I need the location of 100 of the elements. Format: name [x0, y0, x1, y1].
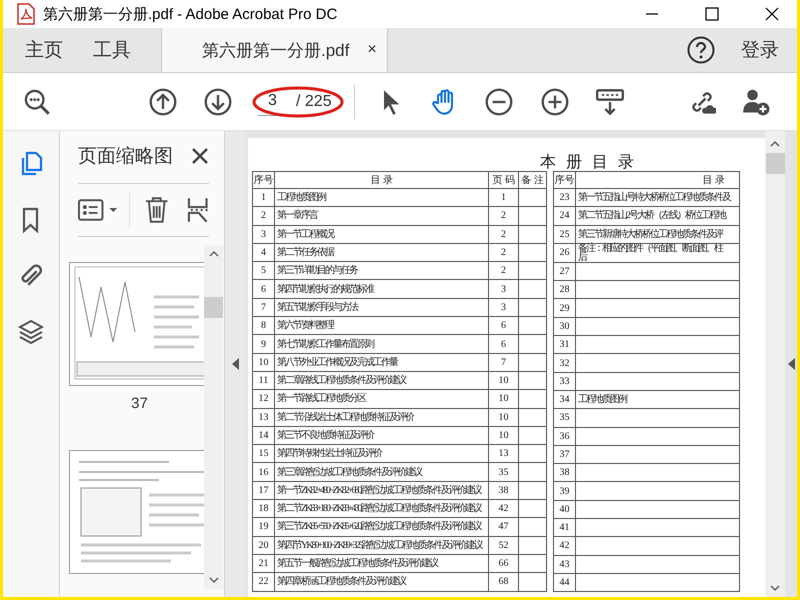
page-label: 37 [131, 395, 148, 412]
zoom-in-icon[interactable] [540, 88, 569, 116]
zoom-out-icon[interactable] [484, 88, 513, 116]
panel-title: 页面缩略图 [78, 145, 173, 169]
column-header: 备 注 [521, 175, 544, 186]
table-cell: 7 [501, 356, 506, 368]
scrollbar-thumb[interactable] [204, 296, 223, 318]
row-number: 19 [258, 521, 268, 532]
row-number: 43 [560, 558, 570, 570]
row-number: 22 [258, 576, 268, 588]
pdf-file-icon [17, 3, 35, 25]
table-cell: 1 [501, 192, 506, 204]
table-cell: 2 [501, 265, 506, 276]
table-cell: 第五节一般路堑边坡工程地质条件及评价建议 [277, 558, 437, 570]
table-cell: 工程地质图例 [277, 192, 325, 204]
table-cell: 第一节路线工程地质分区 [277, 393, 365, 404]
table-cell: 10 [498, 375, 508, 386]
document-tab[interactable]: 第六册第一分册.pdf × [161, 28, 388, 72]
table-cell: 第二节ZK83+180~ZK83+430路堑边坡工程地质条件及评价建议 [277, 503, 480, 514]
row-number: 28 [560, 284, 570, 296]
column-header: 目 录 [370, 175, 393, 186]
column-header: 页 码 [492, 175, 515, 186]
table-cell: 66 [498, 558, 508, 570]
table-cell: 第二节沿线岩土体工程地质特征及评价 [277, 412, 413, 423]
collapse-arrow-icon[interactable] [788, 358, 794, 370]
row-number: 33 [560, 376, 570, 387]
row-number: 27 [560, 266, 570, 278]
table-cell: 第三节新塘特大桥桥位工程地质条件及评 [578, 228, 722, 240]
help-icon[interactable] [687, 36, 715, 64]
row-number: 3 [261, 228, 266, 240]
row-number: 8 [261, 320, 266, 332]
search-icon[interactable] [23, 88, 51, 116]
row-number: 16 [258, 466, 268, 478]
row-number: 9 [261, 338, 266, 350]
document-heading: 本 册 目 录 [540, 154, 638, 171]
table-cell: 第二节五指山2号大桥（左线）桥位工程地 [578, 210, 725, 222]
row-number: 23 [560, 192, 570, 204]
table-cell: 3 [501, 284, 506, 295]
row-number: 15 [258, 448, 268, 460]
row-number: 26 [560, 247, 570, 258]
table-cell: 第四节YK89+100~ZK89+325路堑边坡工程地质条件及评价建议 [277, 540, 482, 551]
layers-icon[interactable] [18, 319, 44, 345]
row-number: 7 [261, 302, 266, 313]
table-cell: 第三章路堑边坡工程地质条件及评价建议 [277, 466, 421, 478]
maximize-icon[interactable] [705, 7, 719, 21]
row-number: 20 [258, 540, 268, 551]
nav-tab[interactable]: 主页 [10, 28, 78, 72]
row-number: 38 [560, 467, 570, 478]
page-number-field[interactable]: 3 [258, 87, 288, 116]
table-cell: 第六节资料整理 [277, 320, 333, 332]
nav-tab[interactable]: 工具 [78, 28, 146, 72]
row-number: 32 [560, 358, 570, 369]
table-cell: 第二章路线工程地质条件及评价建议 [277, 375, 405, 386]
table-cell: 第五节勘察手段与方法 [277, 302, 357, 313]
sign-in-link[interactable]: 登录 [741, 37, 779, 63]
table-cell: 10 [498, 412, 508, 423]
close-icon[interactable] [765, 7, 779, 21]
page-total: / 225 [296, 92, 332, 110]
close-icon[interactable] [191, 147, 209, 165]
scrollbar-thumb[interactable] [766, 153, 784, 174]
table-cell: 35 [498, 466, 508, 478]
table-cell: 第一节ZK82+480~ZK82+680路堑边坡工程地质条件及评价建议 [277, 484, 480, 496]
table-cell: 3 [501, 302, 506, 313]
chevron-down-icon[interactable] [208, 577, 218, 583]
table-cell: 47 [498, 521, 508, 532]
table-cell: 2 [501, 247, 506, 258]
chevron-down-icon[interactable] [770, 585, 780, 591]
scrollbar[interactable] [204, 245, 223, 589]
table-cell: 第七节勘察工作量布置原则 [277, 338, 373, 350]
chevron-up-icon[interactable] [770, 141, 780, 147]
row-number: 34 [560, 394, 570, 406]
table-cell: 第二节任务依据 [277, 247, 333, 258]
chevron-up-icon[interactable] [208, 251, 218, 257]
add-user-icon[interactable] [742, 88, 770, 116]
row-number: 37 [560, 449, 570, 460]
close-tab-button[interactable]: × [367, 41, 377, 59]
row-number: 39 [560, 486, 570, 497]
table-cell: 第一节工程概况 [277, 228, 333, 240]
collapse-arrow-icon[interactable] [232, 358, 238, 370]
table-cell: 第一节五指山号特大桥桥位工程地质条件及 [578, 192, 730, 204]
trash-icon[interactable] [144, 196, 170, 224]
fit-page-icon[interactable] [596, 88, 624, 116]
table-cell: 42 [498, 503, 508, 514]
options-icon[interactable] [78, 198, 120, 222]
row-number: 40 [560, 504, 570, 515]
table-cell: 2 [501, 210, 506, 222]
table-cell: 6 [501, 338, 506, 350]
row-number: 31 [560, 339, 570, 350]
row-number: 14 [258, 430, 268, 441]
crop-pages-icon[interactable] [186, 196, 209, 224]
table-cell: 第三节不良地质特征及评价 [277, 430, 373, 441]
table-cell: 13 [498, 448, 508, 460]
column-header: 序号 [554, 175, 574, 186]
table-cell: 备注：相应的图件（平面图、断面图、柱 [578, 242, 722, 254]
table-cell: 第一章序言 [277, 210, 317, 222]
row-number: 1 [261, 192, 266, 204]
row-number: 29 [560, 302, 570, 314]
scrollbar[interactable] [765, 131, 785, 597]
column-header: 目 录 [702, 175, 725, 186]
row-number: 11 [258, 375, 268, 386]
